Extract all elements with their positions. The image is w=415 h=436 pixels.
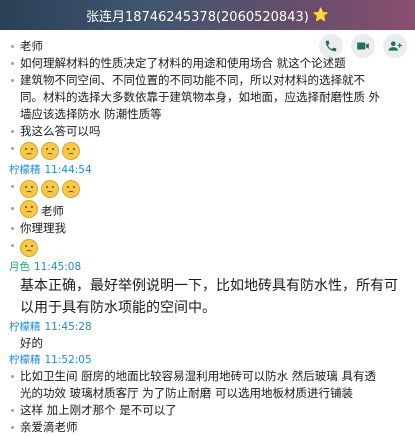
sad-face-icon	[62, 142, 80, 160]
contact-title: 张连月18746245378(2060520843)	[85, 9, 309, 25]
message-text: 老师	[41, 204, 64, 218]
message-list: 老师 如何理解材料的性质决定了材料的用途和使用场合 就这个论述题 建筑物不同空间…	[0, 34, 415, 436]
message: 这样 加上刚才那个 是不可以了	[0, 402, 415, 419]
message-text: 建筑物不同空间、不同位置的不同功能不同，所以对材料的选择就不同。材料的选择大多数…	[20, 73, 381, 121]
message-text: 老师	[20, 39, 43, 53]
sender-name[interactable]: 月色	[9, 261, 30, 273]
message-large: 基本正确，最好举例说明一下，比如地砖具有防水性，所有可以用于具有防水项能的空间中…	[0, 275, 415, 319]
timestamp: 11:45:28	[44, 321, 92, 333]
message: 比如卫生间 厨房的地面比较容易湿利用地砖可以防水 然后玻璃 具有透光的功效 玻璃…	[0, 368, 415, 402]
message-text: 你理理我	[20, 221, 66, 235]
bullet-dot	[11, 185, 14, 188]
sender-line: 柠檬精 11:45:28	[0, 319, 415, 335]
message: 如何理解材料的性质决定了材料的用途和使用场合 就这个论述题	[0, 55, 415, 72]
sender-name[interactable]: 柠檬精	[9, 164, 41, 176]
message-text: 基本正确，最好举例说明一下，比如地砖具有防水性，所有可以用于具有防水项能的空间中…	[20, 278, 398, 316]
bullet-dot	[11, 244, 14, 247]
timestamp: 11:45:08	[34, 261, 82, 273]
message-emoji	[0, 140, 415, 162]
message: 你理理我	[0, 220, 415, 237]
bullet-dot	[11, 375, 14, 378]
crying-face-icon	[20, 239, 38, 257]
sad-face-icon	[20, 180, 38, 198]
message: 老师	[0, 200, 415, 220]
sender-name[interactable]: 柠檬精	[9, 354, 41, 366]
message: 老师	[0, 38, 415, 55]
sad-face-icon	[62, 180, 80, 198]
message-emoji	[0, 237, 415, 259]
star-icon: ⭐	[312, 7, 330, 23]
message: 亲爱滴老师	[0, 419, 415, 436]
message-text: 比如卫生间 厨房的地面比较容易湿利用地砖可以防水 然后玻璃 具有透光的功效 玻璃…	[20, 369, 376, 400]
bullet-dot	[11, 45, 14, 48]
bullet-dot	[11, 426, 14, 429]
message-text: 如何理解材料的性质决定了材料的用途和使用场合 就这个论述题	[20, 56, 346, 70]
timestamp: 11:52:05	[44, 354, 92, 366]
timestamp: 11:44:54	[44, 164, 92, 176]
message-text: 亲爱滴老师	[20, 420, 78, 434]
sad-face-icon	[20, 200, 38, 218]
bullet-dot	[11, 227, 14, 230]
message-text: 我这么答可以吗	[20, 124, 101, 138]
chat-title-bar: 张连月18746245378(2060520843) ⭐	[0, 0, 415, 30]
sender-line: 月色 11:45:08	[0, 259, 415, 275]
bullet-dot	[11, 130, 14, 133]
message-text: 这样 加上刚才那个 是不可以了	[20, 403, 177, 417]
sad-face-icon	[41, 180, 59, 198]
bullet-dot	[11, 409, 14, 412]
sender-line: 柠檬精 11:52:05	[0, 352, 415, 368]
bullet-dot	[11, 62, 14, 65]
bullet-dot	[11, 147, 14, 150]
bullet-dot	[11, 207, 14, 210]
message: 建筑物不同空间、不同位置的不同功能不同，所以对材料的选择就不同。材料的选择大多数…	[0, 72, 415, 123]
message-text: 好的	[20, 336, 43, 350]
message: 好的	[0, 335, 415, 352]
sad-face-icon	[41, 142, 59, 160]
sender-name[interactable]: 柠檬精	[9, 321, 41, 333]
message: 我这么答可以吗	[0, 123, 415, 140]
message-emoji	[0, 178, 415, 200]
sender-line: 柠檬精 11:44:54	[0, 162, 415, 178]
sad-face-icon	[20, 142, 38, 160]
bullet-dot	[11, 79, 14, 82]
